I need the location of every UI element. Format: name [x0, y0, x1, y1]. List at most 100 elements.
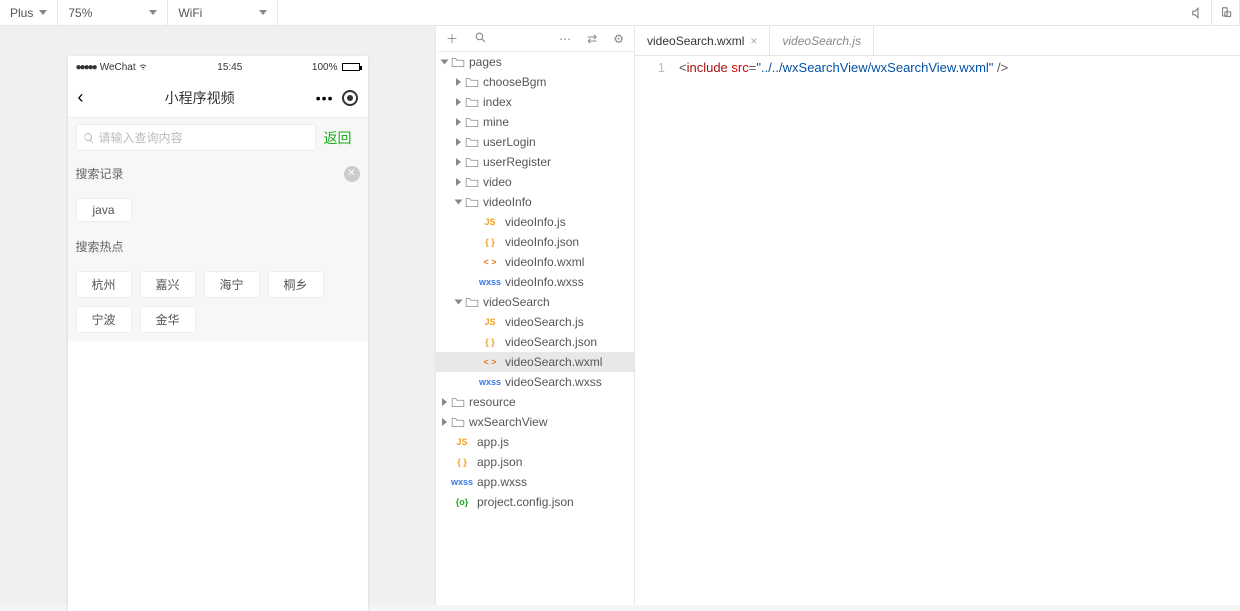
history-label: 搜索记录 — [76, 165, 124, 182]
folder-item[interactable]: pages — [436, 52, 634, 72]
filetype-icon: < > — [479, 357, 501, 367]
capsule-close-icon[interactable] — [342, 90, 358, 106]
search-input[interactable]: 请输入查询内容 — [76, 124, 316, 151]
filetype-icon: { } — [451, 457, 473, 467]
chip-item[interactable]: 嘉兴 — [140, 271, 196, 298]
search-row: 请输入查询内容 返回 — [68, 118, 368, 157]
battery-icon — [342, 63, 360, 71]
folder-icon — [465, 156, 479, 168]
chip-item[interactable]: 金华 — [140, 306, 196, 333]
folder-item[interactable]: index — [436, 92, 634, 112]
tree-label: videoInfo.wxss — [505, 275, 584, 289]
chip-item[interactable]: java — [76, 198, 132, 222]
folder-icon — [465, 116, 479, 128]
folder-item[interactable]: videoInfo — [436, 192, 634, 212]
folder-item[interactable]: chooseBgm — [436, 72, 634, 92]
status-bar: ●●●●● WeChat 15:45 100% — [68, 56, 368, 78]
file-item[interactable]: JSvideoInfo.js — [436, 212, 634, 232]
tree-label: video — [483, 175, 512, 189]
page-title: 小程序视频 — [84, 88, 316, 108]
tree-label: index — [483, 95, 512, 109]
chip-item[interactable]: 桐乡 — [268, 271, 324, 298]
filetype-icon: wxss — [479, 277, 501, 287]
filetype-icon: {o} — [451, 497, 473, 507]
tree-label: videoInfo — [483, 195, 532, 209]
folder-item[interactable]: userRegister — [436, 152, 634, 172]
tree-label: videoSearch.wxss — [505, 375, 602, 389]
folder-icon — [465, 296, 479, 308]
settings-icon[interactable]: ⚙ — [613, 32, 624, 46]
folder-icon — [465, 76, 479, 88]
wifi-icon — [138, 63, 148, 71]
file-item[interactable]: {o}project.config.json — [436, 492, 634, 512]
file-explorer: ＋ ⋯ ⇄ ⚙ pages chooseBgm index mineuserLogin… — [435, 26, 635, 605]
tree-label: pages — [469, 55, 502, 69]
code-line: <include src="../../wxSearchView/wxSearc… — [675, 56, 1008, 605]
code-area[interactable]: 1 <include src="../../wxSearchView/wxSea… — [635, 56, 1240, 605]
editor-tab[interactable]: videoSearch.js — [770, 26, 874, 55]
chevron-down-icon — [39, 10, 47, 15]
clear-history-icon[interactable]: ✕ — [344, 166, 360, 182]
tree-label: chooseBgm — [483, 75, 546, 89]
capsule-menu-icon[interactable]: ••• — [316, 90, 334, 106]
file-item[interactable]: JSvideoSearch.js — [436, 312, 634, 332]
rotate-icon[interactable] — [1212, 0, 1240, 25]
tree-label: app.wxss — [477, 475, 527, 489]
collapse-icon[interactable]: ⇄ — [587, 32, 597, 46]
folder-icon — [451, 416, 465, 428]
folder-icon — [465, 176, 479, 188]
editor-tabs: videoSearch.wxml×videoSearch.js — [635, 26, 1240, 56]
chip-item[interactable]: 海宁 — [204, 271, 260, 298]
zoom-dropdown[interactable]: 75% — [58, 0, 168, 25]
folder-item[interactable]: mine — [436, 112, 634, 132]
tree-label: wxSearchView — [469, 415, 547, 429]
explorer-toolbar: ＋ ⋯ ⇄ ⚙ — [436, 26, 634, 52]
tree-label: videoInfo.js — [505, 215, 566, 229]
filetype-icon: wxss — [451, 477, 473, 487]
chip-item[interactable]: 宁波 — [76, 306, 132, 333]
search-files-icon[interactable] — [474, 31, 487, 47]
folder-item[interactable]: videoSearch — [436, 292, 634, 312]
hot-label: 搜索热点 — [76, 238, 124, 255]
more-icon[interactable]: ⋯ — [559, 32, 571, 46]
file-item[interactable]: { }videoInfo.json — [436, 232, 634, 252]
history-section: 搜索记录 ✕ — [68, 157, 368, 190]
hot-chips: 杭州嘉兴海宁桐乡宁波金华 — [68, 263, 368, 341]
tree-label: userRegister — [483, 155, 551, 169]
carrier-label: WeChat — [100, 62, 136, 73]
file-item[interactable]: wxssvideoSearch.wxss — [436, 372, 634, 392]
network-dropdown[interactable]: WiFi — [168, 0, 278, 25]
file-item[interactable]: { }app.json — [436, 452, 634, 472]
tree-label: videoSearch — [483, 295, 550, 309]
folder-icon — [451, 56, 465, 68]
return-button[interactable]: 返回 — [316, 128, 360, 148]
file-item[interactable]: { }videoSearch.json — [436, 332, 634, 352]
folder-item[interactable]: video — [436, 172, 634, 192]
file-item[interactable]: JSapp.js — [436, 432, 634, 452]
new-file-icon[interactable]: ＋ — [446, 30, 458, 47]
file-item[interactable]: wxss app.wxss — [436, 472, 634, 492]
hot-section: 搜索热点 — [68, 230, 368, 263]
close-tab-icon[interactable]: × — [750, 34, 757, 48]
mini-program-navbar: ‹ 小程序视频 ••• — [68, 78, 368, 118]
file-item[interactable]: < >videoInfo.wxml — [436, 252, 634, 272]
device-dropdown[interactable]: Plus — [0, 0, 58, 25]
tree-label: videoInfo.wxml — [505, 255, 584, 269]
chip-item[interactable]: 杭州 — [76, 271, 132, 298]
file-item[interactable]: < >videoSearch.wxml — [436, 352, 634, 372]
folder-item[interactable]: resource — [436, 392, 634, 412]
history-chips: java — [68, 190, 368, 230]
folder-icon — [465, 196, 479, 208]
tree-label: app.js — [477, 435, 509, 449]
folder-item[interactable]: wxSearchView — [436, 412, 634, 432]
mute-icon[interactable] — [1184, 0, 1212, 25]
filetype-icon: { } — [479, 337, 501, 347]
file-item[interactable]: wxss videoInfo.wxss — [436, 272, 634, 292]
simulator-panel: ●●●●● WeChat 15:45 100% ‹ 小程序视频 ••• 请输入查… — [0, 26, 435, 605]
search-icon — [83, 132, 95, 144]
folder-item[interactable]: userLogin — [436, 132, 634, 152]
editor-tab[interactable]: videoSearch.wxml× — [635, 26, 770, 55]
line-gutter: 1 — [635, 56, 675, 605]
code-editor: videoSearch.wxml×videoSearch.js 1 <inclu… — [635, 26, 1240, 605]
folder-icon — [465, 136, 479, 148]
